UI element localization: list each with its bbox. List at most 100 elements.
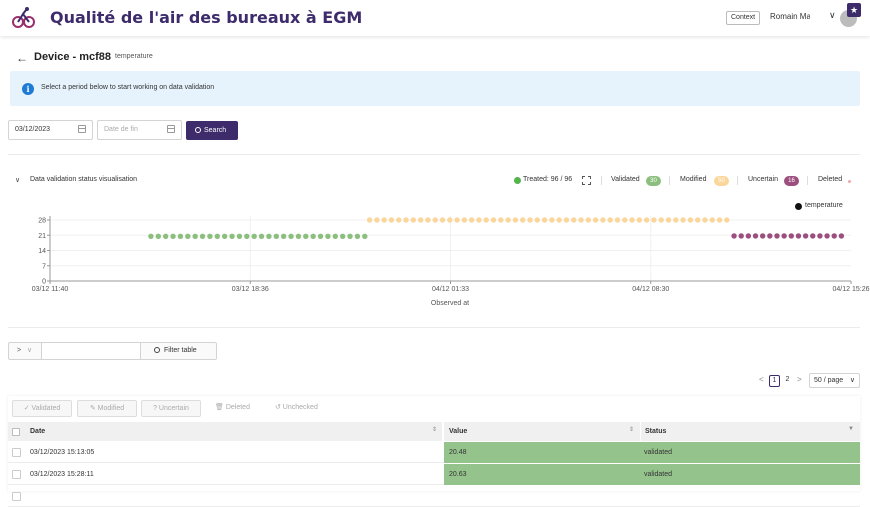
data-point-validated: [199, 233, 206, 240]
data-point-validated: [280, 233, 287, 240]
data-point-modified: [716, 217, 723, 223]
collapse-chevron-icon[interactable]: ∨: [15, 176, 20, 184]
data-point-modified: [687, 217, 694, 223]
table-row[interactable]: 03/12/2023 15:13:05 20.48 validated: [8, 442, 860, 463]
user-name[interactable]: Romain Ma: [770, 12, 810, 21]
row-date: 03/12/2023 15:28:11: [30, 471, 94, 478]
data-point-validated: [214, 233, 220, 240]
y-tick-label: 21: [38, 233, 46, 240]
column-header-value[interactable]: Value: [444, 422, 640, 441]
data-point-modified: [534, 217, 540, 223]
y-tick-label: 0: [42, 279, 46, 286]
mark-uncertain-button[interactable]: ? Uncertain: [141, 400, 201, 417]
search-button[interactable]: Search: [186, 121, 238, 140]
table-row[interactable]: [8, 486, 860, 507]
sort-icon[interactable]: ⇕: [629, 426, 634, 433]
data-point-validated: [347, 233, 353, 240]
data-point-validated: [148, 233, 154, 240]
y-tick-label: 7: [42, 263, 46, 270]
calendar-icon: [167, 125, 175, 133]
data-point-validated: [332, 233, 338, 240]
mark-modified-button[interactable]: ✎ Modified: [77, 400, 137, 417]
y-tick-label: 28: [38, 218, 46, 225]
top-bar: Qualité de l'air des bureaux à EGM Conte…: [0, 0, 870, 36]
page-2-button[interactable]: 2: [783, 375, 792, 387]
x-tick-label: 04/12 08:30: [632, 286, 669, 293]
row-date: 03/12/2023 15:13:05: [30, 449, 95, 456]
page-size-select[interactable]: 50 / page ∨: [809, 373, 860, 388]
app-title: Qualité de l'air des bureaux à EGM: [50, 8, 363, 27]
data-point-uncertain: [745, 233, 752, 239]
filter-input[interactable]: [41, 342, 141, 360]
validated-label: Validated: [611, 176, 640, 183]
row-checkbox[interactable]: [12, 492, 21, 501]
data-point-uncertain: [817, 233, 823, 239]
star-icon[interactable]: ★: [847, 3, 861, 17]
next-page-button[interactable]: >: [797, 375, 802, 384]
data-point-modified: [381, 217, 387, 223]
end-date-field[interactable]: Date de fin: [97, 120, 182, 140]
data-point-validated: [162, 233, 169, 240]
column-header-status[interactable]: Status: [641, 422, 860, 441]
filter-column-select[interactable]: > ∨: [8, 342, 42, 360]
row-value: 20.48: [444, 442, 641, 463]
data-point-modified: [636, 217, 643, 223]
mark-validated-button[interactable]: ✓ Validated: [12, 400, 72, 417]
data-point-modified: [388, 217, 395, 223]
start-date-field[interactable]: 03/12/2023: [8, 120, 93, 140]
x-axis-label: Observed at: [431, 300, 469, 307]
data-point-uncertain: [795, 233, 802, 239]
context-button[interactable]: Context: [726, 11, 761, 25]
back-arrow-icon[interactable]: ←: [16, 51, 28, 65]
row-checkbox[interactable]: [12, 470, 21, 479]
filter-table-button[interactable]: Filter table: [140, 342, 217, 360]
delete-button[interactable]: 🗑 Deleted: [215, 400, 250, 417]
uncertain-count-badge: 16: [784, 176, 799, 186]
data-point-validated: [170, 233, 176, 240]
select-all-checkbox[interactable]: [12, 428, 20, 436]
sort-icon[interactable]: ⇕: [432, 426, 437, 433]
data-point-validated: [207, 233, 213, 240]
page-1-button[interactable]: 1: [769, 375, 780, 387]
prev-page-button[interactable]: <: [759, 375, 764, 384]
deleted-label: Deleted: [818, 176, 843, 183]
data-point-modified: [665, 217, 672, 223]
treated-count: Treated: 96 / 96: [523, 176, 573, 183]
data-point-modified: [447, 217, 453, 223]
modified-count-badge: 50: [714, 176, 729, 186]
data-point-modified: [578, 217, 584, 223]
data-point-uncertain: [767, 233, 773, 239]
alert-text: Select a period below to start working o…: [41, 84, 215, 91]
row-checkbox[interactable]: [12, 448, 21, 457]
data-point-validated: [362, 233, 368, 240]
visualisation-title[interactable]: Data validation status visualisation: [30, 176, 137, 183]
data-point-uncertain: [810, 233, 816, 239]
data-point-modified: [417, 217, 424, 223]
data-point-modified: [563, 217, 570, 223]
data-point-modified: [585, 217, 592, 223]
data-point-modified: [651, 217, 657, 223]
data-point-modified: [505, 217, 511, 223]
data-point-modified: [366, 217, 373, 223]
data-point-modified: [658, 217, 664, 223]
data-point-validated: [310, 233, 316, 240]
data-point-validated: [303, 233, 309, 240]
chevron-down-icon[interactable]: ∨: [829, 10, 836, 21]
data-point-modified: [629, 217, 635, 223]
uncheck-button[interactable]: ↺ Unchecked: [275, 400, 318, 417]
data-point-modified: [396, 217, 402, 223]
temperature-chart: 0 7 14 21 28 03/12 11:40 03/12 18:36 04/12 01:…: [32, 216, 870, 307]
data-point-validated: [354, 233, 361, 240]
data-point-modified: [476, 217, 482, 223]
x-tick-label: 04/12 01:33: [432, 286, 469, 293]
table-row[interactable]: 03/12/2023 15:28:11 20.63 validated: [8, 464, 860, 485]
expand-icon[interactable]: [582, 176, 591, 185]
chart-points: [148, 217, 845, 240]
data-point-modified: [571, 217, 577, 223]
uncertain-label: Uncertain: [748, 176, 778, 183]
data-point-modified: [673, 217, 679, 223]
data-point-modified: [520, 217, 526, 223]
info-alert: i Select a period below to start working…: [10, 71, 860, 106]
column-header-date[interactable]: Date: [8, 422, 442, 441]
filter-icon[interactable]: ▼: [848, 426, 854, 432]
